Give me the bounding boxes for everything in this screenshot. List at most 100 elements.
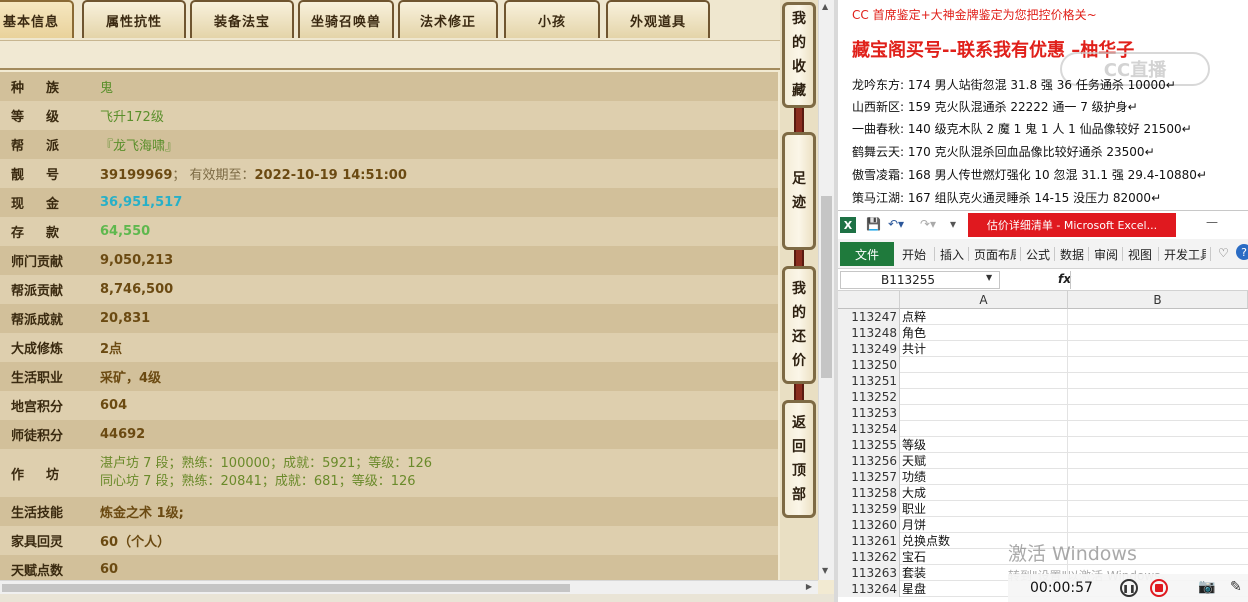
tab-formulas[interactable]: 公式: [1026, 246, 1050, 263]
row-header[interactable]: 113262: [838, 549, 900, 565]
row-header[interactable]: 113249: [838, 341, 900, 357]
cell-b[interactable]: [1068, 405, 1248, 421]
workshop-line: 同心坊 7 段；熟练：20841；成就：681；等级：126: [100, 474, 416, 489]
tab-insert[interactable]: 插入: [940, 246, 964, 263]
cell-b[interactable]: [1068, 309, 1248, 325]
cell-b[interactable]: [1068, 421, 1248, 437]
cell-b[interactable]: [1068, 325, 1248, 341]
row-header[interactable]: 113247: [838, 309, 900, 325]
cell-b[interactable]: [1068, 437, 1248, 453]
row-header[interactable]: 113253: [838, 405, 900, 421]
cell-b[interactable]: [1068, 389, 1248, 405]
column-header-a[interactable]: A: [900, 291, 1068, 309]
row-header[interactable]: 113254: [838, 421, 900, 437]
help-icon[interactable]: ?: [1236, 244, 1248, 260]
cell-a[interactable]: [900, 389, 1068, 405]
stop-record-icon[interactable]: [1150, 579, 1168, 597]
customize-toolbar-icon[interactable]: ▾: [950, 217, 956, 231]
scroll-up-icon[interactable]: ▲: [822, 2, 828, 11]
cell-a[interactable]: 天赋: [900, 453, 1068, 469]
row-header[interactable]: 113248: [838, 325, 900, 341]
tab-home[interactable]: 开始: [902, 246, 926, 263]
row-header[interactable]: 113259: [838, 501, 900, 517]
cell-a[interactable]: 大成: [900, 485, 1068, 501]
camera-icon[interactable]: 📷: [1198, 579, 1215, 595]
cell-a[interactable]: [900, 405, 1068, 421]
cell-a[interactable]: [900, 357, 1068, 373]
basic-info-table: 种族 鬼等级 飞升172级 帮派 『龙飞海啸』 靓号 39199969； 有效期至：2022…: [0, 72, 778, 580]
row-header[interactable]: 113255: [838, 437, 900, 453]
cell-b[interactable]: [1068, 517, 1248, 533]
row-header[interactable]: 113257: [838, 469, 900, 485]
pen-icon[interactable]: ✎: [1230, 579, 1242, 595]
my-favorites-button[interactable]: 我的收藏: [782, 2, 816, 108]
tab-children[interactable]: 小孩: [504, 0, 600, 38]
tab-attributes[interactable]: 属性抗性: [82, 0, 186, 38]
cell-b[interactable]: [1068, 357, 1248, 373]
info-row: 存款 64,550: [0, 217, 778, 246]
side-button-char: 足: [792, 171, 806, 187]
cell-a[interactable]: 月饼: [900, 517, 1068, 533]
row-header[interactable]: 113256: [838, 453, 900, 469]
cell-a[interactable]: 共计: [900, 341, 1068, 357]
vertical-scrollbar[interactable]: ▲ ▼: [818, 0, 834, 580]
cell-a[interactable]: [900, 373, 1068, 389]
tab-appearance[interactable]: 外观道具: [606, 0, 710, 38]
save-icon[interactable]: 💾: [866, 217, 881, 231]
row-header[interactable]: 113264: [838, 581, 900, 597]
info-row-label: 师徒积分: [11, 429, 64, 444]
tab-file[interactable]: 文件: [840, 242, 894, 266]
row-header[interactable]: 113258: [838, 485, 900, 501]
footprints-button[interactable]: 足迹: [782, 132, 816, 250]
name-box[interactable]: B113255: [840, 271, 1000, 289]
cell-a[interactable]: 角色: [900, 325, 1068, 341]
cell-a[interactable]: [900, 421, 1068, 437]
undo-icon[interactable]: ↶▾: [888, 217, 904, 231]
tab-data[interactable]: 数据: [1060, 246, 1084, 263]
tab-spell-mods[interactable]: 法术修正: [398, 0, 498, 38]
tab-mounts-pets[interactable]: 坐骑召唤兽: [298, 0, 394, 38]
ad-document: CC 首席鉴定+大神金牌鉴定为您把控价格关~ 藏宝阁买号--联系我有优惠 –柚华…: [838, 0, 1248, 210]
my-offers-button[interactable]: 我的还价: [782, 266, 816, 384]
minimize-icon[interactable]: —: [1206, 215, 1218, 229]
table-row: 113255 等级: [838, 437, 1248, 453]
cell-a[interactable]: 等级: [900, 437, 1068, 453]
cell-a[interactable]: 职业: [900, 501, 1068, 517]
scroll-down-icon[interactable]: ▼: [822, 566, 828, 575]
info-row-value: 8,746,500: [100, 282, 173, 297]
cell-b[interactable]: [1068, 485, 1248, 501]
select-all-corner[interactable]: [838, 291, 900, 309]
ribbon-collapse-icon[interactable]: ♡: [1218, 246, 1229, 260]
name-box-dropdown-icon[interactable]: ▼: [986, 273, 992, 282]
horizontal-scroll-thumb[interactable]: [2, 584, 570, 592]
row-header[interactable]: 113261: [838, 533, 900, 549]
cell-b[interactable]: [1068, 373, 1248, 389]
row-header[interactable]: 113251: [838, 373, 900, 389]
value-text: 64,550: [100, 224, 151, 239]
tab-equipment[interactable]: 装备法宝: [190, 0, 294, 38]
tab-basic-info[interactable]: 基本信息: [0, 0, 74, 38]
formula-input[interactable]: [1070, 271, 1248, 289]
tab-developer[interactable]: 开发工具: [1164, 246, 1206, 263]
row-header[interactable]: 113250: [838, 357, 900, 373]
cell-a[interactable]: 点粹: [900, 309, 1068, 325]
horizontal-scrollbar[interactable]: ▶: [0, 580, 818, 594]
pause-icon[interactable]: ❚❚: [1120, 579, 1138, 597]
tab-review[interactable]: 审阅: [1094, 246, 1118, 263]
row-header[interactable]: 113252: [838, 389, 900, 405]
column-header-b[interactable]: B: [1068, 291, 1248, 309]
vertical-scroll-thumb[interactable]: [821, 196, 832, 378]
tab-view[interactable]: 视图: [1128, 246, 1152, 263]
row-header[interactable]: 113260: [838, 517, 900, 533]
cell-b[interactable]: [1068, 501, 1248, 517]
redo-icon[interactable]: ↷▾: [920, 217, 936, 231]
scroll-right-icon[interactable]: ▶: [806, 582, 812, 591]
tab-page-layout[interactable]: 页面布局: [974, 246, 1016, 263]
table-row: 113247 点粹: [838, 309, 1248, 325]
cell-a[interactable]: 功绩: [900, 469, 1068, 485]
cell-b[interactable]: [1068, 341, 1248, 357]
cell-b[interactable]: [1068, 469, 1248, 485]
cell-b[interactable]: [1068, 453, 1248, 469]
back-to-top-button[interactable]: 返回顶部: [782, 400, 816, 518]
row-header[interactable]: 113263: [838, 565, 900, 581]
